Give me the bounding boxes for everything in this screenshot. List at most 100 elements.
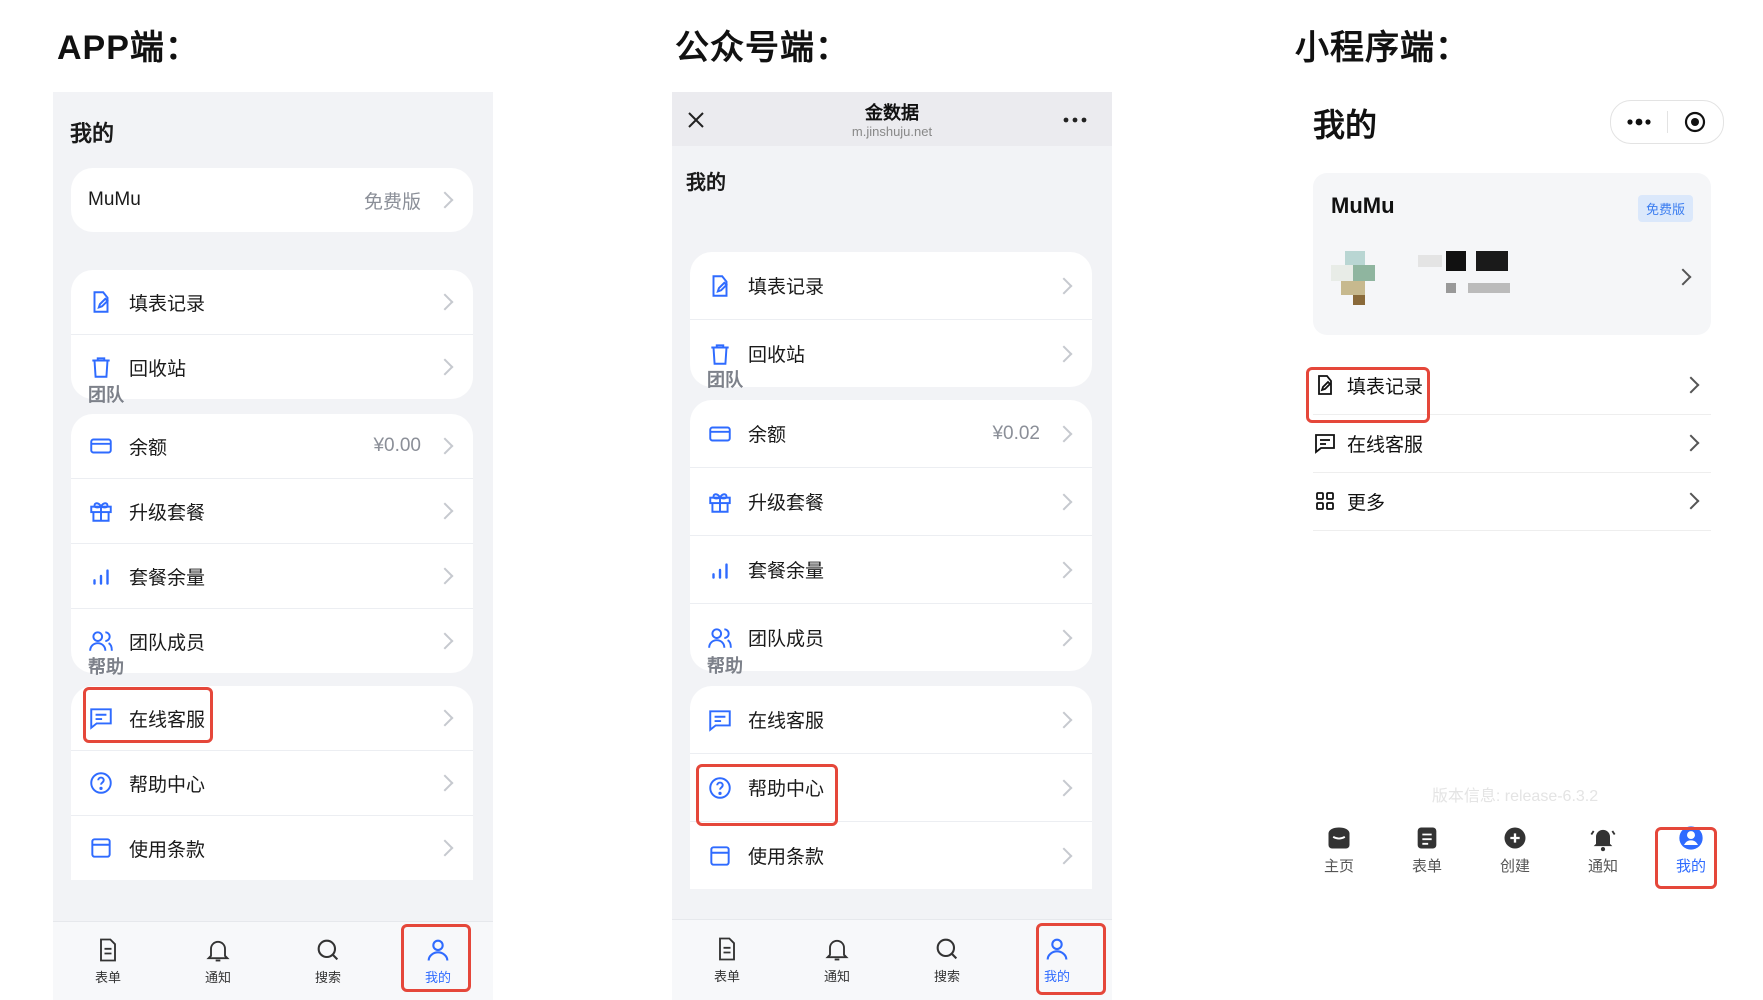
section-title-team: 团队: [88, 385, 124, 405]
username: MuMu: [88, 189, 141, 210]
balance-value: ¥0.02: [992, 422, 1040, 444]
search-icon: [936, 938, 958, 960]
tab-label: 通知: [823, 969, 850, 984]
tab-label: 通知: [204, 970, 231, 985]
chevron-right-icon: [1055, 345, 1073, 362]
wechat-nav-bar: 金数据 m.jinshuju.net: [672, 92, 1112, 146]
menu-label: 团队成员: [748, 629, 825, 650]
menu-label: 余额: [129, 437, 168, 459]
highlight-online-support: [83, 687, 213, 743]
trash-icon: [706, 340, 734, 368]
menu-item-recycle-bin[interactable]: 回收站: [690, 320, 1092, 387]
more-icon[interactable]: [1611, 101, 1667, 143]
form-icon: [1417, 827, 1437, 849]
chevron-right-icon: [1682, 434, 1700, 452]
search-icon: [317, 939, 339, 961]
close-target-icon[interactable]: [1668, 101, 1724, 143]
tab-forms[interactable]: 表单: [1383, 815, 1471, 885]
tab-create[interactable]: 创建: [1471, 815, 1559, 885]
tab-forms[interactable]: 表单: [53, 922, 163, 1000]
gift-icon: [706, 488, 734, 516]
chevron-right-icon: [1055, 561, 1073, 578]
chat-icon: [1315, 434, 1335, 454]
chevron-right-icon: [1055, 629, 1073, 646]
menu-item-terms[interactable]: 使用条款: [71, 816, 473, 880]
plan-badge: 免费版: [1637, 195, 1693, 222]
tab-label: 主页: [1323, 858, 1354, 875]
section-title-team: 团队: [707, 370, 743, 390]
menu-label: 在线客服: [1347, 434, 1424, 456]
chevron-right-icon: [1055, 711, 1073, 728]
menu-item-upgrade[interactable]: 升级套餐: [690, 468, 1092, 536]
plus-circle-icon: [1504, 827, 1526, 849]
chevron-right-icon: [1055, 493, 1073, 510]
page-title: 我的: [1313, 107, 1378, 143]
records-card: 填表记录 回收站: [690, 252, 1092, 387]
menu-item-fill-records[interactable]: 填表记录: [690, 252, 1092, 320]
menu-item-quota[interactable]: 套餐余量: [690, 536, 1092, 604]
menu-item-fill-records[interactable]: 填表记录: [71, 270, 473, 335]
users-icon: [706, 624, 734, 652]
gift-icon: [87, 497, 115, 525]
menu-item-more[interactable]: 更多: [1313, 472, 1711, 531]
highlight-tab-mine: [401, 924, 471, 992]
card-icon: [706, 420, 734, 448]
menu-item-help-center[interactable]: 帮助中心: [71, 751, 473, 816]
version-info: 版本信息: release-6.3.2: [1431, 788, 1599, 805]
nav-title: 金数据: [865, 103, 919, 123]
bar-chart-icon: [87, 562, 115, 590]
tab-forms[interactable]: 表单: [672, 920, 782, 1000]
chevron-right-icon: [436, 358, 454, 376]
page-title: 我的: [70, 121, 115, 146]
menu-label: 升级套餐: [748, 493, 825, 514]
menu-item-terms[interactable]: 使用条款: [690, 822, 1092, 889]
chevron-right-icon: [436, 191, 454, 209]
menu-label: 使用条款: [129, 839, 206, 861]
section-title-help: 帮助: [88, 657, 124, 677]
menu-label: 回收站: [748, 345, 806, 366]
menu-item-upgrade[interactable]: 升级套餐: [71, 479, 473, 544]
tab-notifications[interactable]: 通知: [782, 920, 892, 1000]
menu-item-balance[interactable]: 余额 ¥0.00: [71, 414, 473, 479]
chevron-right-icon: [1674, 268, 1692, 286]
card-icon: [87, 432, 115, 460]
nav-url: m.jinshuju.net: [851, 124, 933, 139]
tab-search[interactable]: 搜索: [273, 922, 383, 1000]
menu-label: 更多: [1347, 492, 1386, 514]
menu-item-members[interactable]: 团队成员: [690, 604, 1092, 671]
tab-notifications[interactable]: 通知: [1559, 815, 1647, 885]
menu-label: 套餐余量: [748, 561, 825, 582]
menu-item-recycle-bin[interactable]: 回收站: [71, 335, 473, 399]
tab-label: 搜索: [933, 969, 960, 984]
menu-label: 余额: [748, 425, 787, 446]
tab-notifications[interactable]: 通知: [163, 922, 273, 1000]
menu-item-quota[interactable]: 套餐余量: [71, 544, 473, 609]
user-card[interactable]: MuMu 免费版: [71, 168, 473, 232]
tab-search[interactable]: 搜索: [892, 920, 1002, 1000]
menu-label: 升级套餐: [129, 502, 206, 524]
team-card: 余额 ¥0.00 升级套餐 套餐余量 团队成员: [71, 414, 473, 673]
menu-item-members[interactable]: 团队成员: [71, 609, 473, 673]
bell-icon: [1590, 829, 1616, 852]
tab-home[interactable]: 主页: [1295, 815, 1383, 885]
highlight-online-support: [696, 764, 838, 826]
user-row[interactable]: MuMu 免费版: [71, 168, 473, 232]
menu-item-balance[interactable]: 余额 ¥0.02: [690, 400, 1092, 468]
more-icon[interactable]: [1060, 108, 1090, 132]
tab-label: 表单: [713, 969, 740, 984]
bar-chart-icon: [706, 556, 734, 584]
menu-label: 使用条款: [748, 847, 825, 868]
bell-icon: [825, 939, 849, 961]
heading-app: APP端：: [57, 29, 200, 67]
grid-icon: [1316, 492, 1334, 510]
menu-label: 团队成员: [129, 632, 206, 654]
question-icon: [87, 769, 115, 797]
chevron-right-icon: [1055, 847, 1073, 864]
heading-mini: 小程序端：: [1295, 29, 1470, 67]
menu-label: 填表记录: [129, 293, 206, 315]
chevron-right-icon: [1682, 376, 1700, 394]
trash-icon: [87, 353, 115, 381]
menu-item-online-support[interactable]: 在线客服: [690, 686, 1092, 754]
profile-card[interactable]: MuMu 免费版: [1313, 173, 1711, 335]
records-card: 填表记录 回收站: [71, 270, 473, 399]
